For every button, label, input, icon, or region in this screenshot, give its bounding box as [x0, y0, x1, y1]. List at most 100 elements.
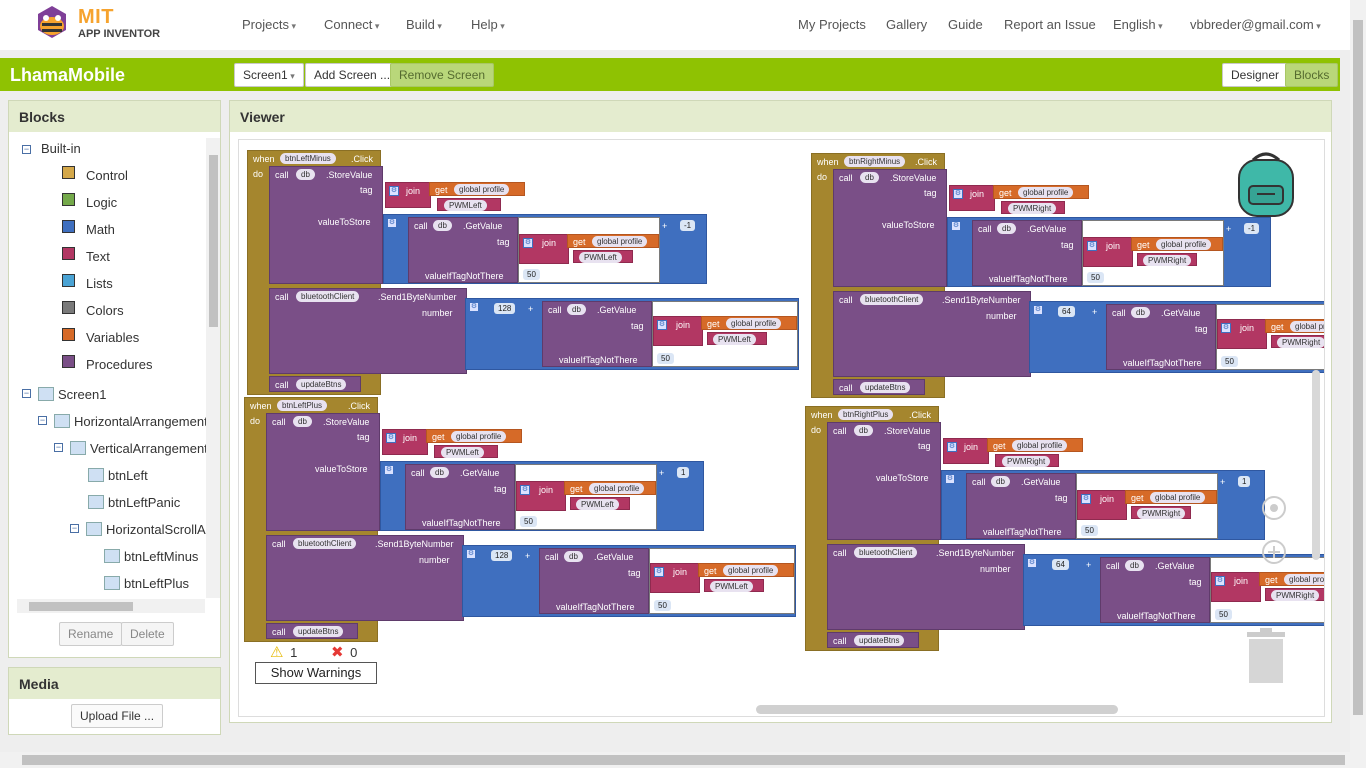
get-global-block[interactable]: get global profile	[1265, 319, 1324, 333]
mutator-gear-icon[interactable]: ⚙	[1221, 323, 1231, 333]
mutator-gear-icon[interactable]: ⚙	[1027, 558, 1037, 568]
collapse-icon[interactable]: −	[38, 416, 47, 425]
store-value-block[interactable]: call db .StoreValue tag valueToStore	[827, 422, 941, 540]
text-block[interactable]: PWMLeft	[704, 579, 764, 592]
join-block[interactable]: ⚙ join	[1211, 572, 1261, 602]
send-byte-block[interactable]: call bluetoothClient .Send1ByteNumber numbe…	[827, 544, 1025, 630]
delete-button[interactable]: Delete	[121, 622, 174, 646]
send-byte-block[interactable]: call bluetoothClient .Send1ByteNumber numbe…	[266, 535, 464, 621]
account-menu[interactable]: vbbreder@gmail.com	[1190, 17, 1321, 32]
math-add-block[interactable]: ⚙ 128 + call db .GetValue tag valueIfTagNotTher…	[465, 298, 799, 370]
math-add-block[interactable]: ⚙ +1 call db .GetValue tag valueIfTagNotThere ⚙…	[941, 470, 1265, 540]
recenter-icon[interactable]	[1260, 494, 1288, 522]
trash-icon[interactable]	[1245, 628, 1287, 684]
get-global-block[interactable]: get global profile	[698, 563, 794, 577]
get-value-block[interactable]: call db .GetValue tag valueIfTagNotThere	[1100, 557, 1210, 623]
collapse-icon[interactable]: −	[54, 443, 63, 452]
collapse-icon[interactable]: −	[70, 524, 79, 533]
text-block[interactable]: PWMRight	[1271, 335, 1324, 348]
join-block[interactable]: ⚙ join	[1077, 490, 1127, 520]
upload-file-button[interactable]: Upload File ...	[71, 704, 164, 728]
mutator-gear-icon[interactable]: ⚙	[523, 238, 533, 248]
get-global-block[interactable]: get global profile	[1131, 237, 1223, 251]
text-block[interactable]: PWMLeft	[573, 250, 633, 263]
get-value-block[interactable]: call db .GetValue tag valueIfTagNotThere	[405, 464, 515, 530]
text-block[interactable]: PWMRight	[1131, 506, 1191, 519]
event-block-group[interactable]: when btnLeftPlus .Click do call db .StoreValue…	[244, 397, 804, 642]
text-block[interactable]: PWMLeft	[707, 332, 767, 345]
math-add-block[interactable]: ⚙ 128 + call db .GetValue tag valueIfTagNotTher…	[462, 545, 796, 617]
page-horizontal-scrollbar[interactable]	[0, 752, 1350, 768]
join-block[interactable]: ⚙ join	[943, 438, 989, 464]
help-menu[interactable]: Help	[471, 17, 505, 32]
collapse-icon[interactable]: −	[22, 145, 31, 154]
join-block[interactable]: ⚙ join	[516, 481, 566, 511]
mutator-gear-icon[interactable]: ⚙	[386, 433, 396, 443]
get-global-block[interactable]: get global profile	[567, 234, 659, 248]
mutator-gear-icon[interactable]: ⚙	[947, 442, 957, 452]
rename-button[interactable]: Rename	[59, 622, 123, 646]
store-value-block[interactable]: call db .StoreValue tag valueToStore	[833, 169, 947, 287]
backpack-icon[interactable]	[1233, 150, 1299, 218]
event-block-group[interactable]: when btnRightPlus .Click do call db .StoreValu…	[805, 406, 1324, 651]
get-global-block[interactable]: get global profile	[987, 438, 1083, 452]
build-menu[interactable]: Build	[406, 17, 442, 32]
designer-button[interactable]: Designer	[1222, 63, 1289, 87]
mutator-gear-icon[interactable]: ⚙	[466, 549, 476, 559]
get-global-block[interactable]: get global profile	[1259, 572, 1324, 586]
get-global-block[interactable]: get global profile	[429, 182, 525, 196]
blocks-workspace[interactable]: when btnLeftMinus .Click do call db .StoreValu…	[238, 139, 1325, 717]
get-value-block[interactable]: call db .GetValue tag valueIfTagNotThere	[972, 220, 1082, 286]
remove-screen-button[interactable]: Remove Screen	[390, 63, 495, 87]
join-block[interactable]: ⚙ join	[1217, 319, 1267, 349]
mutator-gear-icon[interactable]: ⚙	[389, 186, 399, 196]
text-block[interactable]: PWMLeft	[570, 497, 630, 510]
store-value-block[interactable]: call db .StoreValue tag valueToStore	[269, 166, 383, 284]
projects-menu[interactable]: Projects	[242, 17, 296, 32]
language-menu[interactable]: English	[1113, 17, 1163, 32]
mutator-gear-icon[interactable]: ⚙	[1033, 305, 1043, 315]
get-value-block[interactable]: call db .GetValue tag valueIfTagNotThere	[539, 548, 649, 614]
join-block[interactable]: ⚙ join	[650, 563, 700, 593]
get-global-block[interactable]: get global profile	[701, 316, 797, 330]
workspace-vertical-scrollbar[interactable]	[1312, 370, 1320, 560]
mutator-gear-icon[interactable]: ⚙	[951, 221, 961, 231]
join-block[interactable]: ⚙ join	[1083, 237, 1133, 267]
get-value-block[interactable]: call db .GetValue tag valueIfTagNotThere	[966, 473, 1076, 539]
text-block[interactable]: PWMLeft	[434, 445, 498, 458]
mutator-gear-icon[interactable]: ⚙	[945, 474, 955, 484]
call-procedure-block[interactable]: call updateBtns	[833, 379, 925, 395]
get-value-block[interactable]: call db .GetValue tag valueIfTagNotThere	[1106, 304, 1216, 370]
mutator-gear-icon[interactable]: ⚙	[657, 320, 667, 330]
text-block[interactable]: PWMRight	[1001, 201, 1065, 214]
send-byte-block[interactable]: call bluetoothClient .Send1ByteNumber numbe…	[269, 288, 467, 374]
text-block[interactable]: PWMRight	[995, 454, 1059, 467]
get-global-block[interactable]: get global profile	[426, 429, 522, 443]
screen-select-dropdown[interactable]: Screen1	[234, 63, 304, 87]
get-value-block[interactable]: call db .GetValue tag valueIfTagNotThere	[408, 217, 518, 283]
mutator-gear-icon[interactable]: ⚙	[520, 485, 530, 495]
call-procedure-block[interactable]: call updateBtns	[827, 632, 919, 648]
store-value-block[interactable]: call db .StoreValue tag valueToStore	[266, 413, 380, 531]
get-global-block[interactable]: get global profile	[564, 481, 656, 495]
get-global-block[interactable]: get global profile	[1125, 490, 1217, 504]
call-procedure-block[interactable]: call updateBtns	[269, 376, 361, 392]
show-warnings-button[interactable]: Show Warnings	[255, 662, 377, 684]
blocks-button[interactable]: Blocks	[1285, 63, 1339, 87]
mutator-gear-icon[interactable]: ⚙	[1215, 576, 1225, 586]
join-block[interactable]: ⚙ join	[519, 234, 569, 264]
connect-menu[interactable]: Connect	[324, 17, 379, 32]
mutator-gear-icon[interactable]: ⚙	[1087, 241, 1097, 251]
send-byte-block[interactable]: call bluetoothClient .Send1ByteNumber numbe…	[833, 291, 1031, 377]
join-block[interactable]: ⚙ join	[382, 429, 428, 455]
mutator-gear-icon[interactable]: ⚙	[387, 218, 397, 228]
join-block[interactable]: ⚙ join	[949, 185, 995, 211]
event-block-group[interactable]: when btnLeftMinus .Click do call db .StoreValu…	[247, 150, 807, 395]
math-add-block[interactable]: ⚙ +1 call db .GetValue tag valueIfTagNotThere ⚙…	[380, 461, 704, 531]
add-screen-button[interactable]: Add Screen ...	[305, 63, 400, 87]
gallery-link[interactable]: Gallery	[886, 17, 927, 32]
mutator-gear-icon[interactable]: ⚙	[654, 567, 664, 577]
mutator-gear-icon[interactable]: ⚙	[953, 189, 963, 199]
get-value-block[interactable]: call db .GetValue tag valueIfTagNotThere	[542, 301, 652, 367]
join-block[interactable]: ⚙ join	[385, 182, 431, 208]
